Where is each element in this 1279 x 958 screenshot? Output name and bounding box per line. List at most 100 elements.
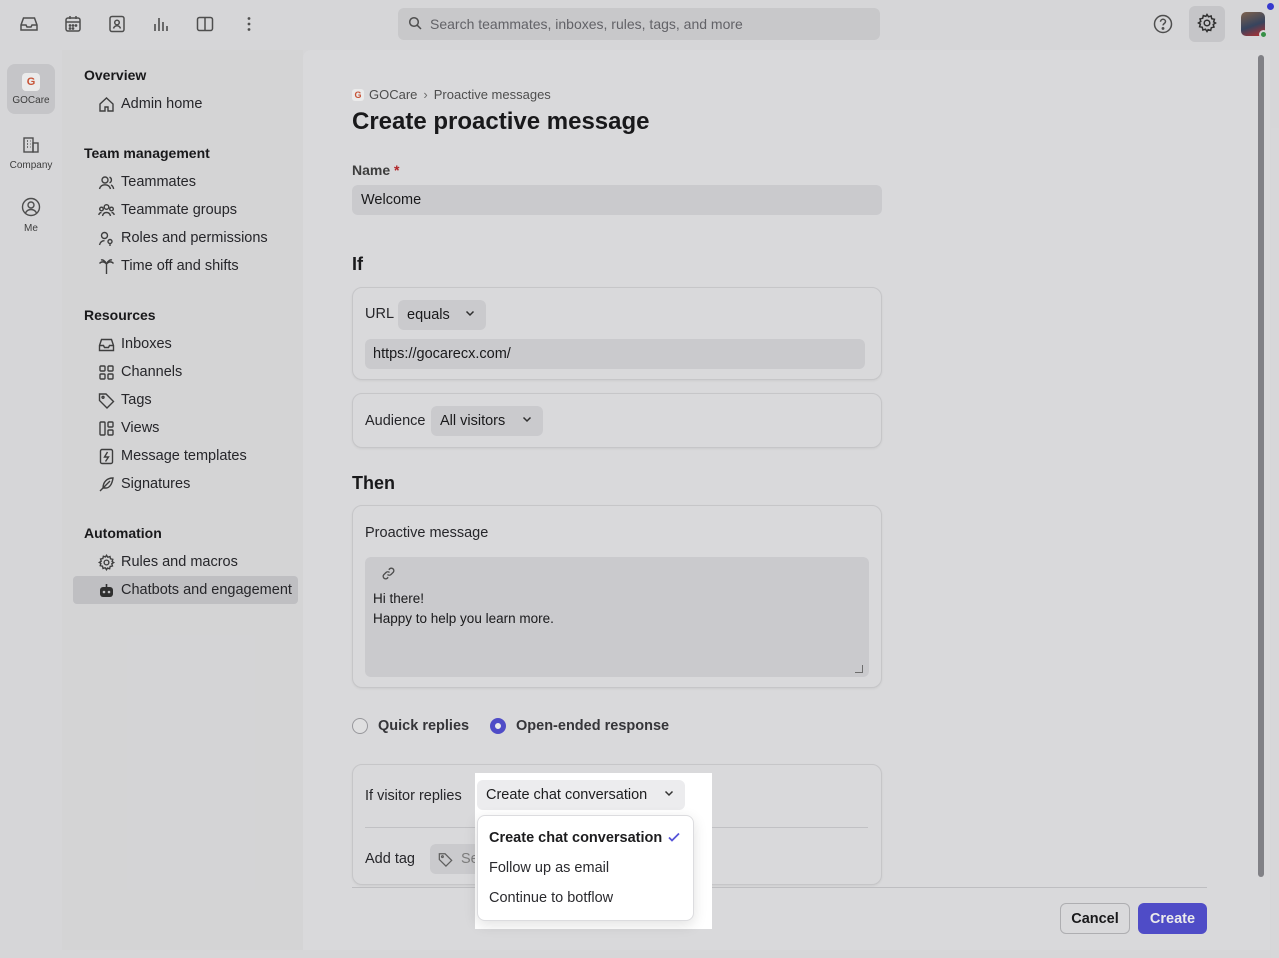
user-key-icon — [97, 229, 115, 247]
link-icon[interactable] — [381, 566, 396, 584]
workspace-badge: G — [22, 72, 40, 91]
inbox-icon[interactable] — [17, 12, 41, 36]
more-icon[interactable] — [237, 12, 261, 36]
chevron-right-icon: › — [423, 87, 428, 102]
user-avatar[interactable] — [1241, 12, 1268, 39]
url-operator-select[interactable]: equals — [398, 300, 486, 330]
name-label: Name * — [352, 162, 399, 178]
url-value-input[interactable]: https://gocarecx.com/ — [365, 339, 865, 369]
contacts-icon[interactable] — [105, 12, 129, 36]
radio-quick-replies[interactable]: Quick replies — [352, 718, 469, 734]
rail-item-company[interactable]: Company — [7, 128, 55, 178]
audience-value: All visitors — [440, 413, 506, 429]
sidebar-item-teammates[interactable]: Teammates — [73, 168, 298, 196]
check-icon — [667, 830, 681, 847]
sidebar-item-teammate-groups[interactable]: Teammate groups — [73, 196, 298, 224]
rail-label: Me — [24, 222, 38, 234]
home-icon — [97, 95, 115, 113]
sidebar-item-time-off-and-shifts[interactable]: Time off and shifts — [73, 252, 298, 280]
online-status-dot — [1259, 30, 1268, 39]
proactive-message-label: Proactive message — [365, 525, 489, 541]
section-title-team-management: Team management — [84, 145, 210, 161]
grid-icon — [97, 363, 115, 381]
top-bar: Search teammates, inboxes, rules, tags, … — [0, 0, 1279, 48]
settings-sidebar: Overview Admin home Team management Team… — [62, 50, 303, 950]
rail-label: Company — [9, 159, 53, 171]
workspace-badge: G — [352, 88, 364, 101]
sidebar-item-label: Message templates — [121, 448, 247, 464]
chevron-down-icon — [521, 413, 533, 429]
sidebar-item-message-templates[interactable]: Message templates — [73, 442, 298, 470]
help-icon[interactable] — [1151, 12, 1175, 36]
audience-card: Audience All visitors — [352, 393, 882, 448]
audience-select[interactable]: All visitors — [431, 406, 543, 436]
radio-label: Open-ended response — [516, 718, 670, 734]
breadcrumb-workspace[interactable]: GOCare — [369, 87, 417, 102]
settings-button[interactable] — [1189, 6, 1225, 42]
url-value-text: https://gocarecx.com/ — [373, 346, 511, 362]
person-icon — [21, 197, 41, 220]
rail-item-me[interactable]: Me — [7, 190, 55, 240]
audience-label: Audience — [365, 413, 426, 429]
breadcrumb-current[interactable]: Proactive messages — [434, 87, 551, 102]
sidebar-item-label: Time off and shifts — [121, 258, 239, 274]
tag-select-input[interactable]: Se — [430, 844, 480, 874]
if-visitor-replies-label: If visitor replies — [365, 788, 462, 804]
sidebar-item-label: Teammates — [121, 174, 196, 190]
building-icon — [22, 136, 40, 157]
sidebar-item-inboxes[interactable]: Inboxes — [73, 330, 298, 358]
url-condition-card: URL equals https://gocarecx.com/ — [352, 287, 882, 380]
sidebar-item-label: Channels — [121, 364, 183, 380]
sidebar-item-label: Views — [121, 420, 160, 436]
tag-icon — [97, 391, 115, 409]
sidebar-item-label: Roles and permissions — [121, 230, 268, 246]
sidebar-item-chatbots-and-engagement[interactable]: Chatbots and engagement — [73, 576, 298, 604]
sidebar-item-signatures[interactable]: Signatures — [73, 470, 298, 498]
global-search[interactable]: Search teammates, inboxes, rules, tags, … — [398, 8, 880, 40]
section-title-resources: Resources — [84, 307, 156, 323]
menu-item-continue-to-botflow[interactable]: Continue to botflow — [489, 890, 613, 906]
sidebar-item-rules-and-macros[interactable]: Rules and macros — [73, 548, 298, 576]
sidebar-item-label: Rules and macros — [121, 554, 238, 570]
name-input[interactable] — [352, 185, 882, 215]
message-editor[interactable]: Hi there! Happy to help you learn more. — [365, 557, 869, 677]
cancel-button[interactable]: Cancel — [1060, 903, 1130, 934]
sidebar-item-label: Inboxes — [121, 336, 172, 352]
search-placeholder: Search teammates, inboxes, rules, tags, … — [430, 16, 743, 32]
radio-button[interactable] — [352, 718, 368, 734]
menu-item-create-chat-conversation[interactable]: Create chat conversation — [489, 830, 662, 846]
radio-label: Quick replies — [378, 718, 470, 734]
tag-icon — [438, 852, 453, 867]
chevron-down-icon — [464, 307, 476, 323]
url-operator-value: equals — [407, 307, 450, 323]
menu-item-follow-up-as-email[interactable]: Follow up as email — [489, 860, 609, 876]
user-icon — [97, 173, 115, 191]
views-icon — [97, 419, 115, 437]
sidebar-item-channels[interactable]: Channels — [73, 358, 298, 386]
proactive-message-card: Proactive message Hi there! Happy to hel… — [352, 505, 882, 688]
resize-handle[interactable] — [855, 665, 863, 673]
sidebar-item-views[interactable]: Views — [73, 414, 298, 442]
message-line: Happy to help you learn more. — [373, 611, 554, 626]
name-label-text: Name — [352, 162, 391, 178]
sidebar-item-roles-and-permissions[interactable]: Roles and permissions — [73, 224, 298, 252]
template-icon — [97, 447, 115, 465]
search-icon — [408, 16, 422, 33]
breadcrumb: G GOCare › Proactive messages — [352, 87, 551, 102]
sidebar-item-tags[interactable]: Tags — [73, 386, 298, 414]
sidebar-item-admin-home[interactable]: Admin home — [73, 90, 298, 118]
bot-icon — [97, 581, 115, 599]
radio-open-ended-response[interactable]: Open-ended response — [490, 718, 669, 734]
calendar-icon[interactable] — [61, 12, 85, 36]
message-line: Hi there! — [373, 591, 425, 606]
create-button[interactable]: Create — [1138, 903, 1207, 934]
visitor-reply-menu: Create chat conversation Follow up as em… — [477, 815, 694, 921]
analytics-icon[interactable] — [149, 12, 173, 36]
visitor-reply-select[interactable]: Create chat conversation — [477, 780, 685, 810]
scrollbar[interactable] — [1258, 55, 1264, 877]
visitor-reply-dropdown-region: Create chat conversation Create chat con… — [475, 773, 712, 929]
radio-button-selected[interactable] — [490, 718, 506, 734]
rail-item-gocare[interactable]: G GOCare — [7, 64, 55, 114]
settings-icon — [1197, 12, 1217, 36]
split-view-icon[interactable] — [193, 12, 217, 36]
